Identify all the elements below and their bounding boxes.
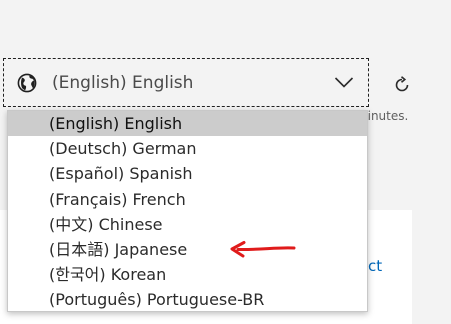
language-option-german[interactable]: (Deutsch) German: [8, 136, 367, 161]
language-option-english[interactable]: (English) English: [8, 111, 367, 137]
background-strip: [412, 210, 451, 324]
language-option-portuguese-br[interactable]: (Português) Portuguese-BR: [8, 287, 367, 312]
background-link[interactable]: ct: [368, 257, 382, 275]
language-listbox[interactable]: (English) English (Deutsch) German (Espa…: [7, 110, 368, 312]
language-option-korean[interactable]: (한국어) Korean: [8, 262, 367, 287]
refresh-icon[interactable]: [390, 73, 414, 97]
chevron-down-icon: [334, 77, 354, 88]
language-option-japanese[interactable]: (日本語) Japanese: [8, 237, 367, 262]
language-option-spanish[interactable]: (Español) Spanish: [8, 161, 367, 186]
language-select-value: (English) English: [52, 72, 194, 93]
language-select[interactable]: (English) English: [3, 58, 369, 107]
language-option-french[interactable]: (Français) French: [8, 187, 367, 212]
red-arrow-annotation-icon: [230, 241, 296, 258]
globe-icon: [16, 72, 38, 94]
language-option-chinese[interactable]: (中文) Chinese: [8, 212, 367, 237]
